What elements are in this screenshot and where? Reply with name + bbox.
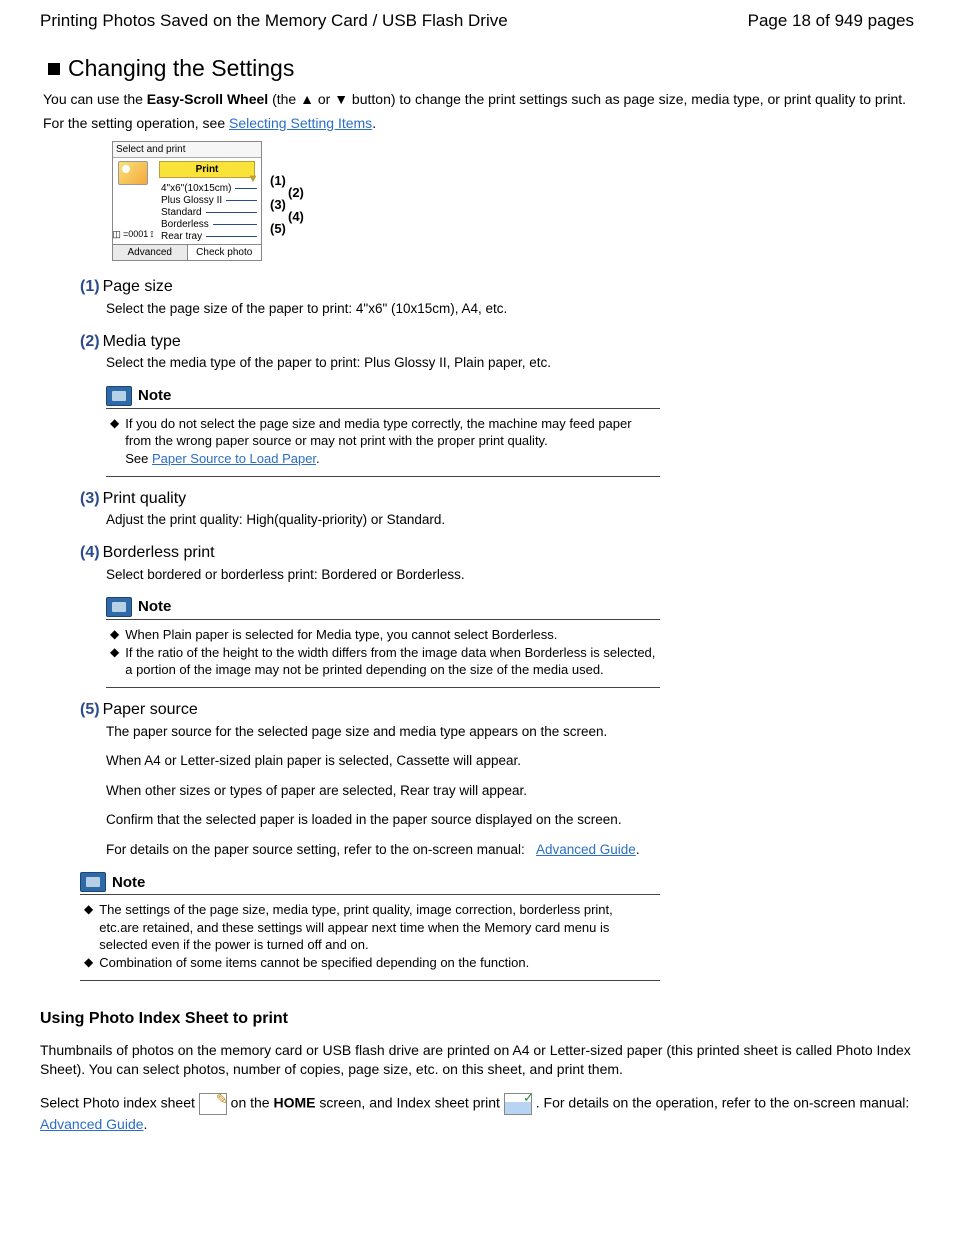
note-icon: [80, 872, 106, 892]
note-2: Note ◆When Plain paper is selected for M…: [106, 597, 660, 688]
paper-source-link[interactable]: Paper Source to Load Paper: [152, 451, 316, 466]
item-borderless: (4)Borderless print Select bordered or b…: [80, 543, 914, 583]
bullet-icon: ◆: [110, 644, 119, 679]
note-icon: [106, 386, 132, 406]
callout-3: (3): [270, 197, 286, 214]
photo-index-p1: Thumbnails of photos on the memory card …: [40, 1041, 914, 1079]
item-page-size: (1)Page size Select the page size of the…: [80, 277, 914, 317]
settings-pane-figure: Select and print ◫=0001⟟ Print 4"x6"(10x…: [112, 141, 914, 261]
print-button: Print: [159, 161, 255, 178]
copies-icon: ◫: [112, 229, 121, 241]
up-triangle-icon: ▲: [300, 90, 314, 110]
photo-thumbnail-icon: [118, 161, 148, 185]
photo-index-p2: Select Photo index sheet on the HOME scr…: [40, 1093, 914, 1134]
opt-paper-source: Rear tray: [161, 230, 202, 243]
note-title: Note: [138, 597, 171, 617]
advanced-guide-link-2[interactable]: Advanced Guide: [40, 1116, 144, 1132]
callout-5: (5): [270, 221, 286, 238]
callout-2: (2): [288, 185, 304, 202]
page-header: Printing Photos Saved on the Memory Card…: [40, 10, 914, 32]
down-triangle-icon: ▼: [334, 90, 348, 110]
section-title: Changing the Settings: [68, 54, 294, 84]
callout-1: (1): [270, 173, 286, 190]
bullet-icon: ◆: [84, 954, 93, 972]
photo-index-heading: Using Photo Index Sheet to print: [40, 1009, 914, 1030]
item-print-quality: (3)Print quality Adjust the print qualit…: [80, 489, 914, 529]
note-title: Note: [138, 386, 171, 406]
selecting-setting-items-link[interactable]: Selecting Setting Items: [229, 115, 372, 131]
intro-para-1: You can use the Easy-Scroll Wheel (the ▲…: [43, 90, 914, 110]
section-heading-row: Changing the Settings: [48, 54, 914, 84]
note-title: Note: [112, 873, 145, 893]
pane-title: Select and print: [113, 142, 261, 158]
page-number: Page 18 of 949 pages: [748, 10, 914, 32]
intro-para-2: For the setting operation, see Selecting…: [43, 114, 914, 134]
pane-foot-advanced: Advanced: [113, 245, 188, 260]
bullet-icon: ◆: [110, 415, 119, 468]
note-icon: [106, 597, 132, 617]
advanced-guide-link-1[interactable]: Advanced Guide: [536, 842, 636, 857]
note-3: Note ◆The settings of the page size, med…: [80, 872, 660, 980]
item-paper-source: (5)Paper source The paper source for the…: [80, 700, 914, 859]
item-media-type: (2)Media type Select the media type of t…: [80, 332, 914, 372]
pane-foot-check: Check photo: [188, 245, 262, 260]
note-1: Note ◆ If you do not select the page siz…: [106, 386, 660, 477]
copies-count: =0001: [123, 229, 148, 241]
photo-index-sheet-icon: [199, 1093, 227, 1115]
bullet-icon: ◆: [84, 901, 93, 954]
index-sheet-print-icon: [504, 1093, 532, 1115]
callout-4: (4): [288, 209, 304, 226]
bullet-icon: ◆: [110, 626, 119, 644]
doc-title: Printing Photos Saved on the Memory Card…: [40, 10, 508, 32]
square-bullet-icon: [48, 63, 60, 75]
